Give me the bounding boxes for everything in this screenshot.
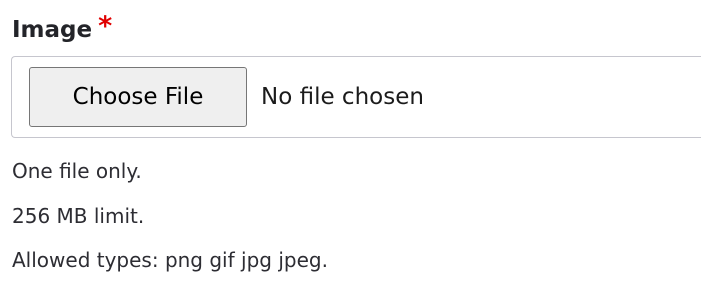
help-file-count: One file only. (12, 159, 142, 183)
required-asterisk: * (98, 11, 113, 42)
image-upload-field: Image * Choose File No file chosen One fi… (0, 0, 701, 281)
help-allowed-types: Allowed types: png gif jpg jpeg. (12, 248, 328, 272)
file-input-widget[interactable]: Choose File No file chosen (11, 56, 701, 138)
file-status-text: No file chosen (261, 84, 424, 110)
field-label: Image * (12, 11, 113, 47)
help-size-limit: 256 MB limit. (12, 204, 145, 228)
field-label-text: Image (12, 17, 93, 43)
choose-file-button[interactable]: Choose File (29, 67, 247, 127)
